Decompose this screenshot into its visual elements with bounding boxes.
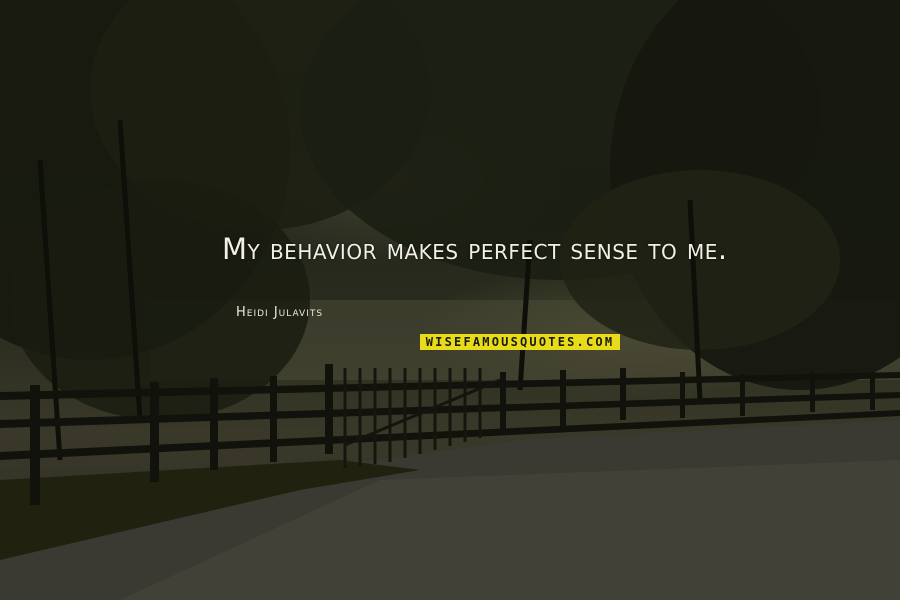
quote-text: My behavior makes perfect sense to me. (222, 232, 728, 266)
quote-author: Heidi Julavits (236, 305, 324, 320)
quote-image: My behavior makes perfect sense to me. H… (0, 0, 900, 600)
background-photo (0, 0, 900, 600)
watermark-badge: WISEFAMOUSQUOTES.COM (420, 334, 620, 350)
